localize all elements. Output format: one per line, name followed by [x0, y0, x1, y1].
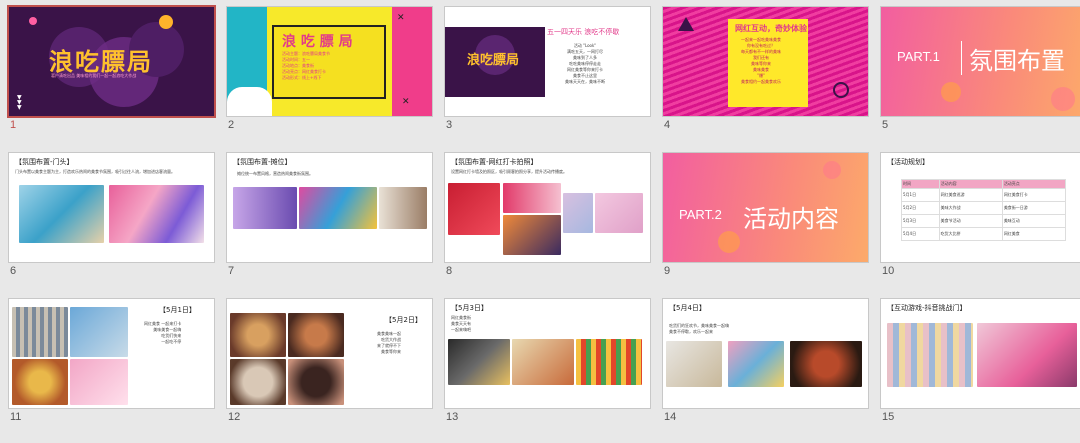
slide-thumbnail-3[interactable]: 浪吃膘局 五一四天乐 浪吃不停歇 活动 "Look" 满吃五天，一网打尽 美味到了人…: [444, 6, 651, 151]
slide-9-title: 活动内容: [743, 205, 839, 233]
slide-number: 14: [664, 411, 677, 423]
slide-thumbnail-1[interactable]: 浪吃膘局 葛户清吃出品 美味相约我们一起一起浪吃大作战 ▼ ▼ ▼ 1: [7, 5, 216, 151]
slide-preview[interactable]: 【氛围布置-摊位】 摊位统一布置风格，营造热闹美食街氛围。: [226, 152, 433, 263]
slide-1-subtitle: 葛户清吃出品 美味相约我们一起一起浪吃大作战: [51, 73, 137, 78]
slide-8-title: 【氛围布置-网红打卡拍照】: [451, 158, 538, 166]
slide-thumbnail-4[interactable]: 网红互动，奇妙体验 一起来一起吃美味美食 你有没有吃过？ 每天都有不一样的美味 我们还…: [662, 6, 869, 151]
slide-1-title: 浪吃膘局: [49, 48, 153, 76]
slide-number: 8: [446, 265, 453, 277]
slide-thumbnail-15[interactable]: 【互动游戏-抖音挑战门】 15: [880, 298, 1080, 443]
slide-9-part: PART.2: [679, 207, 722, 222]
slide-number: 15: [882, 411, 895, 423]
slide-thumbnail-9[interactable]: PART.2 活动内容 9: [662, 152, 869, 297]
slide-preview[interactable]: 浪 吃 膘 局 活动主题：浪吃膘局美食节 活动时间：五一 活动地点：美食街 活动亮点：…: [226, 6, 433, 117]
slide-thumbnail-5[interactable]: PART.1 氛围布置 5: [880, 6, 1080, 151]
slide-number: 13: [446, 411, 459, 423]
slide-5-part: PART.1: [897, 49, 940, 64]
slide-thumbnail-11[interactable]: 【5月1日】 网红美食 一起来打卡 美味美食一起嗨 吃货们快来 一起吃不停 11: [8, 298, 215, 443]
slide-sorter-grid: 浪吃膘局 葛户清吃出品 美味相约我们一起一起浪吃大作战 ▼ ▼ ▼ 1 浪 吃 膘 …: [0, 0, 1080, 423]
slide-thumbnail-2[interactable]: 浪 吃 膘 局 活动主题：浪吃膘局美食节 活动时间：五一 活动地点：美食街 活动亮点：…: [226, 6, 433, 151]
slide-preview[interactable]: 浪吃膘局 葛户清吃出品 美味相约我们一起一起浪吃大作战 ▼ ▼ ▼: [7, 5, 216, 118]
slide-7-desc: 摊位统一布置风格，营造热闹美食街氛围。: [237, 171, 313, 176]
slide-6-title: 【氛围布置-门头】: [15, 158, 74, 166]
slide-7-title: 【氛围布置-摊位】: [233, 158, 292, 166]
slide-number: 4: [664, 119, 671, 131]
slide-6-desc: 门头布置以美食主题为主，打造欢乐热闹的美食节氛围，吸引过往人流，增加进店客流量。: [15, 169, 175, 174]
slide-12-title: 【5月2日】: [385, 316, 422, 324]
slide-preview[interactable]: 【5月2日】 美食美味一起 吃货大作战 来了就停不下 美食等你来: [226, 298, 433, 409]
slide-thumbnail-8[interactable]: 【氛围布置-网红打卡拍照】 设置网红打卡墙及拍照区，吸引顾客拍照分享，提升活动传…: [444, 152, 651, 297]
slide-5-title: 氛围布置: [969, 47, 1065, 75]
slide-preview[interactable]: 【5月3日】 网红美食街 美食天天有 一起来嗨吧: [444, 298, 651, 409]
slide-preview[interactable]: 【氛围布置-网红打卡拍照】 设置网红打卡墙及拍照区，吸引顾客拍照分享，提升活动传…: [444, 152, 651, 263]
slide-thumbnail-13[interactable]: 【5月3日】 网红美食街 美食天天有 一起来嗨吧 13: [444, 298, 651, 443]
slide-preview[interactable]: 【活动规划】 时间 活动内容 活动亮点 5月1日 网红美食巡游 网红美食打卡 5月2…: [880, 152, 1080, 263]
slide-8-desc: 设置网红打卡墙及拍照区，吸引顾客拍照分享，提升活动传播度。: [451, 169, 567, 174]
slide-number: 1: [10, 119, 17, 131]
slide-number: 2: [228, 119, 235, 131]
slide-thumbnail-7[interactable]: 【氛围布置-摊位】 摊位统一布置风格，营造热闹美食街氛围。 7: [226, 152, 433, 297]
slide-thumbnail-6[interactable]: 【氛围布置-门头】 门头布置以美食主题为主，打造欢乐热闹的美食节氛围，吸引过往人…: [8, 152, 215, 297]
slide-10-table: 时间 活动内容 活动亮点 5月1日 网红美食巡游 网红美食打卡 5月2日 美味大作战美…: [901, 179, 1067, 241]
slide-15-title: 【互动游戏-抖音挑战门】: [887, 304, 967, 312]
slide-3-title: 浪吃膘局: [467, 53, 520, 68]
slide-preview[interactable]: PART.1 氛围布置: [880, 6, 1080, 117]
slide-number: 12: [228, 411, 241, 423]
slide-preview[interactable]: 浪吃膘局 五一四天乐 浪吃不停歇 活动 "Look" 满吃五天，一网打尽 美味到了人…: [444, 6, 651, 117]
slide-thumbnail-12[interactable]: 【5月2日】 美食美味一起 吃货大作战 来了就停不下 美食等你来 12: [226, 298, 433, 443]
slide-2-title: 浪 吃 膘 局: [282, 34, 353, 50]
slide-preview[interactable]: 【5月1日】 网红美食 一起来打卡 美味美食一起嗨 吃货们快来 一起吃不停: [8, 298, 215, 409]
slide-number: 7: [228, 265, 235, 277]
slide-preview[interactable]: PART.2 活动内容: [662, 152, 869, 263]
slide-3-heading: 五一四天乐 浪吃不停歇: [547, 28, 620, 36]
slide-number: 9: [664, 265, 671, 277]
slide-number: 3: [446, 119, 453, 131]
slide-11-title: 【5月1日】: [159, 306, 196, 314]
slide-number: 11: [10, 411, 22, 423]
slide-number: 5: [882, 119, 889, 131]
slide-4-heading: 网红互动，奇妙体验: [735, 24, 807, 33]
slide-preview[interactable]: 【5月4日】 吃货们的狂欢节，美味美食一起嗨 美食不停歇，欢乐一起来: [662, 298, 869, 409]
slide-10-title: 【活动规划】: [887, 158, 929, 166]
slide-thumbnail-10[interactable]: 【活动规划】 时间 活动内容 活动亮点 5月1日 网红美食巡游 网红美食打卡 5月2…: [880, 152, 1080, 297]
slide-number: 10: [882, 265, 895, 277]
slide-preview[interactable]: 网红互动，奇妙体验 一起来一起吃美味美食 你有没有吃过？ 每天都有不一样的美味 我们还…: [662, 6, 869, 117]
slide-14-title: 【5月4日】: [669, 304, 706, 312]
slide-preview[interactable]: 【氛围布置-门头】 门头布置以美食主题为主，打造欢乐热闹的美食节氛围，吸引过往人…: [8, 152, 215, 263]
slide-thumbnail-14[interactable]: 【5月4日】 吃货们的狂欢节，美味美食一起嗨 美食不停歇，欢乐一起来 14: [662, 298, 869, 443]
slide-preview[interactable]: 【互动游戏-抖音挑战门】: [880, 298, 1080, 409]
slide-number: 6: [10, 265, 17, 277]
slide-13-title: 【5月3日】: [451, 304, 488, 312]
